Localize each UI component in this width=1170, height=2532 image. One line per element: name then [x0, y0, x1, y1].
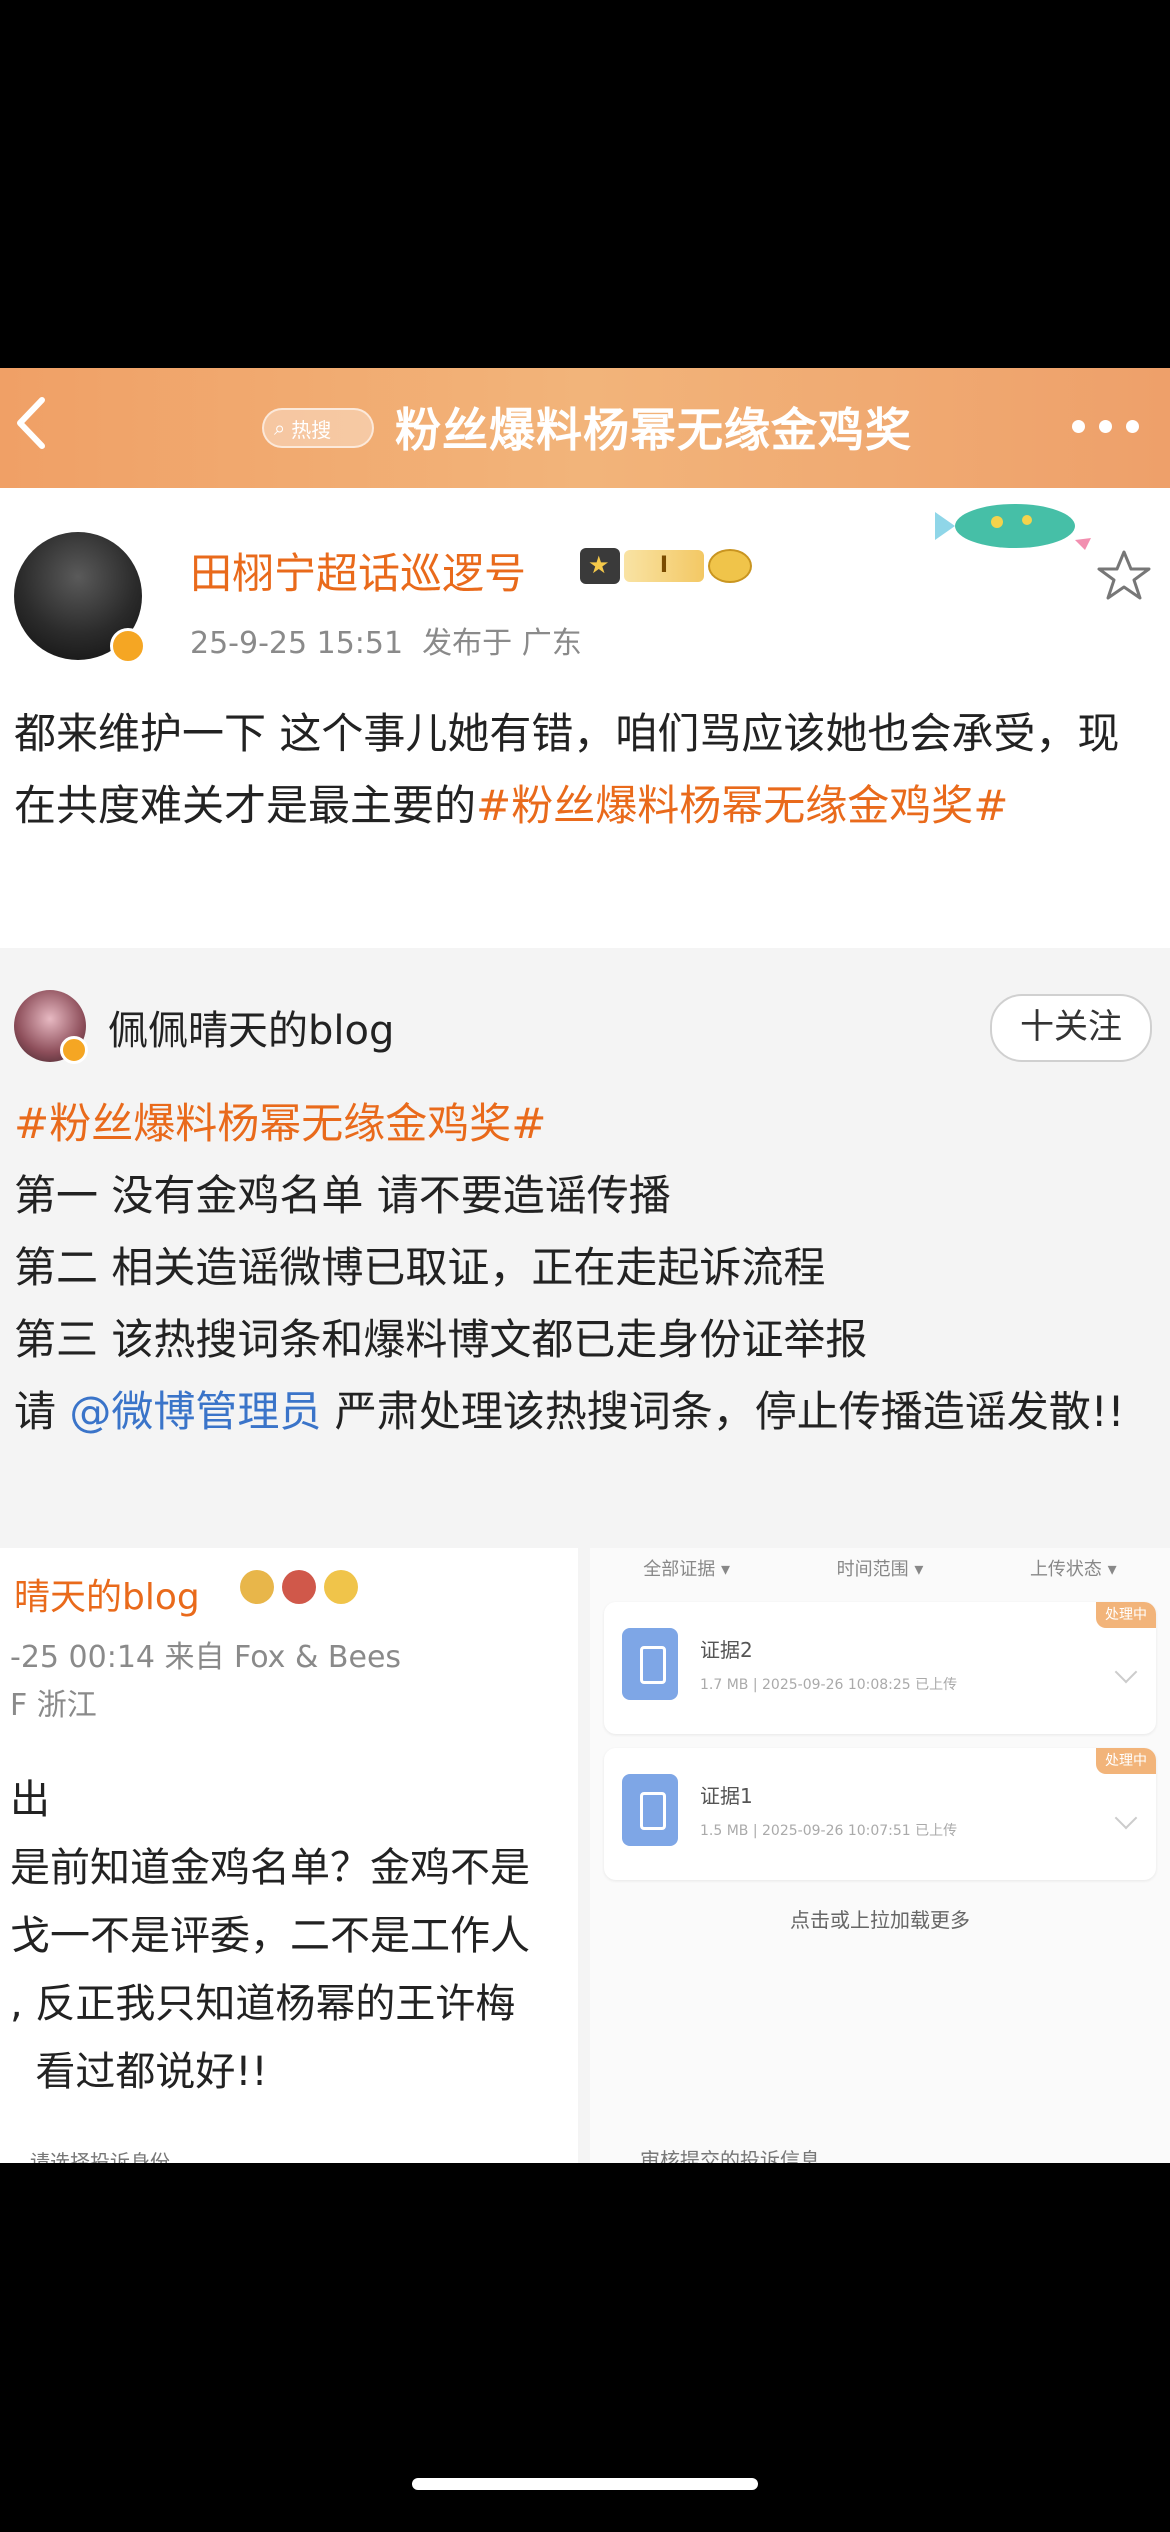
- repost-line: 第一 没有金鸡名单 请不要造谣传播: [14, 1171, 671, 1220]
- fish-badge-icon: [324, 1570, 358, 1604]
- hashtag-link[interactable]: #粉丝爆料杨幂无缘金鸡奖#: [476, 781, 1008, 830]
- embedded-badges: [240, 1570, 358, 1604]
- repost-line: 第三 该热搜词条和爆料博文都已走身份证举报: [14, 1315, 868, 1364]
- home-indicator[interactable]: [412, 2478, 758, 2490]
- evidence-subtitle: 1.7 MB | 2025-09-26 10:08:25 已上传: [700, 1677, 958, 1693]
- crown-icon: [580, 548, 620, 584]
- more-options-button[interactable]: [1072, 412, 1152, 440]
- follow-button[interactable]: 十关注: [990, 994, 1152, 1062]
- more-dot-icon: [1126, 419, 1139, 433]
- repost-text: #粉丝爆料杨幂无缘金鸡奖# 第一 没有金鸡名单 请不要造谣传播 第二 相关造谣微…: [14, 1088, 1154, 1448]
- post-card: 田栩宁超话巡逻号 I 25-9-25 15:51 发布于 广东 都来维护一下 这…: [0, 488, 1170, 948]
- filter-status: 上传状态 ▾: [1029, 1559, 1117, 1580]
- embedded-username: 晴天的blog: [14, 1577, 200, 1618]
- repost-line-suffix: 严肃处理该热搜词条，停止传播造谣发散!!: [321, 1387, 1125, 1436]
- filter-time: 时间范围 ▾: [836, 1559, 924, 1580]
- top-bar: ⌕ 热搜 粉丝爆料杨幂无缘金鸡奖: [0, 368, 1170, 488]
- more-dot-icon: [1099, 419, 1112, 433]
- fish-badge-icon: [708, 549, 752, 583]
- filter-bar: 全部证据 ▾ 时间范围 ▾ 上传状态 ▾: [590, 1548, 1170, 1588]
- embedded-body: 出 是前知道金鸡名单？金鸡不是 戈一不是评委，二不是工作人 , 反正我只知道杨幂…: [10, 1777, 530, 2095]
- post-text: 都来维护一下 这个事儿她有错，咱们骂应该她也会承受，现在共度难关才是最主要的#粉…: [14, 698, 1154, 842]
- embedded-footer: 审核提交的投诉信息: [640, 2148, 820, 2163]
- evidence-subtitle: 1.5 MB | 2025-09-26 10:07:51 已上传: [700, 1823, 958, 1839]
- chevron-left-icon: [17, 397, 45, 449]
- embedded-meta-location: F 浙江: [10, 1688, 97, 1723]
- hot-label: 热搜: [291, 417, 332, 442]
- evidence-title: 证据2: [700, 1638, 753, 1662]
- load-more-text: 点击或上拉加载更多: [790, 1908, 970, 1932]
- embedded-meta-time: -25 00:14 来自 Fox & Bees: [10, 1640, 402, 1675]
- file-icon: [622, 1628, 678, 1700]
- mention-link[interactable]: @微博管理员: [69, 1387, 321, 1436]
- embedded-screenshot-evidence[interactable]: 全部证据 ▾ 时间范围 ▾ 上传状态 ▾ 证据2 1.7 MB | 2025-0…: [590, 1548, 1170, 2163]
- evidence-title: 证据1: [700, 1784, 753, 1808]
- status-badge: 处理中: [1096, 1602, 1156, 1628]
- embedded-footer: 请选择投诉身份: [30, 2150, 170, 2163]
- chevron-down-icon: [1114, 1660, 1138, 1684]
- embedded-screenshot-post[interactable]: 晴天的blog -25 00:14 来自 Fox & Bees F 浙江 出 是…: [0, 1548, 578, 2163]
- hot-search-tag[interactable]: ⌕ 热搜: [262, 408, 374, 448]
- filter-all: 全部证据 ▾: [643, 1559, 731, 1580]
- evidence-card: 证据2 1.7 MB | 2025-09-26 10:08:25 已上传 处理中: [604, 1602, 1156, 1734]
- hashtag-link[interactable]: #粉丝爆料杨幂无缘金鸡奖#: [14, 1088, 1154, 1160]
- back-button[interactable]: [6, 388, 56, 458]
- repost-card: 佩佩晴天的blog 十关注 #粉丝爆料杨幂无缘金鸡奖# 第一 没有金鸡名单 请不…: [0, 948, 1170, 2163]
- repost-username[interactable]: 佩佩晴天的blog: [108, 998, 394, 1056]
- decoration-fish-icon: [935, 504, 1091, 550]
- status-badge: 处理中: [1096, 1748, 1156, 1774]
- post-time: 25-9-25 15:51: [190, 626, 404, 661]
- search-icon: ⌕: [274, 416, 286, 440]
- avatar[interactable]: [14, 990, 88, 1064]
- chevron-down-icon: [1114, 1806, 1138, 1830]
- post-location: 发布于 广东: [422, 626, 582, 661]
- evidence-card: 证据1 1.5 MB | 2025-09-26 10:07:51 已上传 处理中: [604, 1748, 1156, 1880]
- verified-badge-icon: [60, 1036, 88, 1064]
- repost-line: 第二 相关造谣微博已取证，正在走起诉流程: [14, 1243, 826, 1292]
- repost-line-prefix: 请: [14, 1387, 70, 1436]
- sticker-icon: [282, 1570, 316, 1604]
- post-meta: 25-9-25 15:51 发布于 广东: [190, 618, 582, 662]
- username[interactable]: 田栩宁超话巡逻号: [190, 540, 526, 601]
- page-title: 粉丝爆料杨幂无缘金鸡奖: [395, 403, 912, 457]
- avatar[interactable]: [14, 532, 146, 664]
- verified-badge-icon: [110, 628, 146, 664]
- more-dot-icon: [1072, 419, 1085, 433]
- medal-icon: [240, 1570, 274, 1604]
- repost-line: 请 @微博管理员 严肃处理该热搜词条，停止传播造谣发散!!: [14, 1376, 1154, 1448]
- file-icon: [622, 1774, 678, 1846]
- star-icon[interactable]: [1096, 548, 1152, 604]
- app-screen: ⌕ 热搜 粉丝爆料杨幂无缘金鸡奖 田栩宁超话巡逻号 I 25-9-25 15:5: [0, 368, 1170, 2163]
- level-value: I: [624, 550, 704, 582]
- level-badge: I: [580, 548, 752, 584]
